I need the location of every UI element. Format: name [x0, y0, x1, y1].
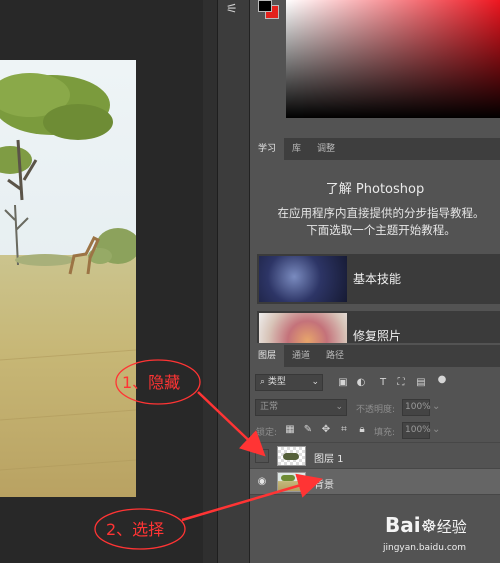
paw-icon: ☸ [420, 516, 437, 537]
watermark-brand: Bai [385, 513, 421, 537]
annotation-label-2: 2、选择 [106, 520, 164, 539]
annotation-label-1: 1、隐藏 [122, 373, 180, 392]
watermark-url: jingyan.baidu.com [383, 543, 467, 553]
annotation-arrow-1 [197, 391, 266, 457]
annotation-arrow-2 [181, 473, 323, 522]
annotation-overlay: 1、隐藏 2、选择 [94, 359, 323, 550]
watermark: Bai☸经验 jingyan.baidu.com [383, 513, 498, 561]
watermark-brand2: 经验 [436, 518, 467, 536]
